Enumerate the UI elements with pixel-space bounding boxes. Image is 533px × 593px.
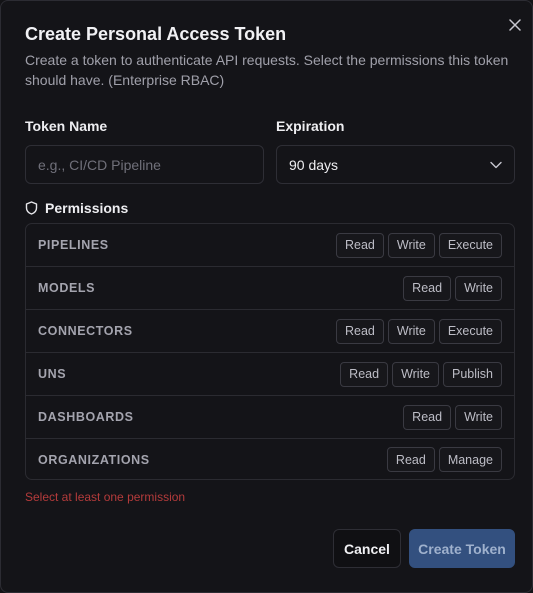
permission-actions: Read Write Publish (340, 361, 502, 387)
permission-toggle-manage[interactable]: Manage (438, 447, 502, 472)
shield-icon (25, 201, 38, 215)
permission-toggle-execute[interactable]: Execute (438, 232, 502, 258)
permission-toggle-write[interactable]: Write (392, 361, 439, 387)
permission-resource-name: CONNECTORS (38, 324, 133, 338)
chevron-down-icon (490, 161, 502, 168)
permission-toggle-execute[interactable]: Execute (438, 318, 502, 344)
permissions-table: PIPELINES Read Write Execute MODELS Read Write… (25, 223, 515, 480)
permission-actions: Read Write (403, 275, 502, 301)
permission-toggle-read[interactable]: Read (403, 404, 452, 430)
close-button[interactable] (506, 16, 524, 34)
permission-toggle-write[interactable]: Write (455, 275, 502, 301)
dialog-description: Create a token to authenticate API reque… (25, 52, 509, 88)
cancel-button[interactable]: Cancel (333, 529, 401, 568)
permission-resource-name: DASHBOARDS (38, 410, 134, 424)
permission-resource-name: PIPELINES (38, 238, 109, 252)
permission-actions: Read Manage (386, 447, 502, 472)
create-token-button[interactable]: Create Token (409, 529, 515, 568)
permission-row: PIPELINES Read Write Execute (26, 224, 514, 267)
permission-toggle-read[interactable]: Read (340, 361, 389, 387)
permission-toggle-write[interactable]: Write (387, 318, 435, 344)
permission-toggle-publish[interactable]: Publish (443, 361, 502, 387)
error-message: Select at least one permission (25, 490, 186, 504)
expiration-select[interactable]: 90 days (276, 145, 515, 184)
permission-actions: Read Write Execute (336, 318, 502, 344)
permission-row: ORGANIZATIONS Read Manage (26, 439, 514, 479)
permission-toggle-read[interactable]: Read (403, 275, 452, 301)
token-name-label: Token Name (25, 118, 108, 134)
create-token-dialog: Create Personal Access Token Create a to… (0, 0, 533, 593)
dialog-title: Create Personal Access Token (25, 24, 287, 44)
permission-actions: Read Write Execute (336, 232, 502, 258)
permission-toggle-read[interactable]: Read (386, 447, 435, 472)
token-name-input[interactable] (25, 145, 264, 184)
permission-resource-name: UNS (38, 367, 67, 381)
permission-actions: Read Write (403, 404, 502, 430)
permission-row: DASHBOARDS Read Write (26, 396, 514, 439)
permission-toggle-write[interactable]: Write (455, 404, 502, 430)
permission-toggle-write[interactable]: Write (387, 232, 435, 258)
permission-row: CONNECTORS Read Write Execute (26, 310, 514, 353)
permissions-header: Permissions (25, 200, 128, 216)
permission-row: UNS Read Write Publish (26, 353, 514, 396)
permission-resource-name: MODELS (38, 281, 96, 295)
expiration-value: 90 days (289, 156, 339, 173)
close-icon (509, 19, 521, 31)
permission-toggle-read[interactable]: Read (336, 318, 384, 344)
permission-row: MODELS Read Write (26, 267, 514, 310)
expiration-label: Expiration (276, 118, 345, 134)
permissions-label: Permissions (45, 200, 129, 216)
permission-resource-name: ORGANIZATIONS (38, 452, 150, 467)
permission-toggle-read[interactable]: Read (336, 232, 384, 258)
